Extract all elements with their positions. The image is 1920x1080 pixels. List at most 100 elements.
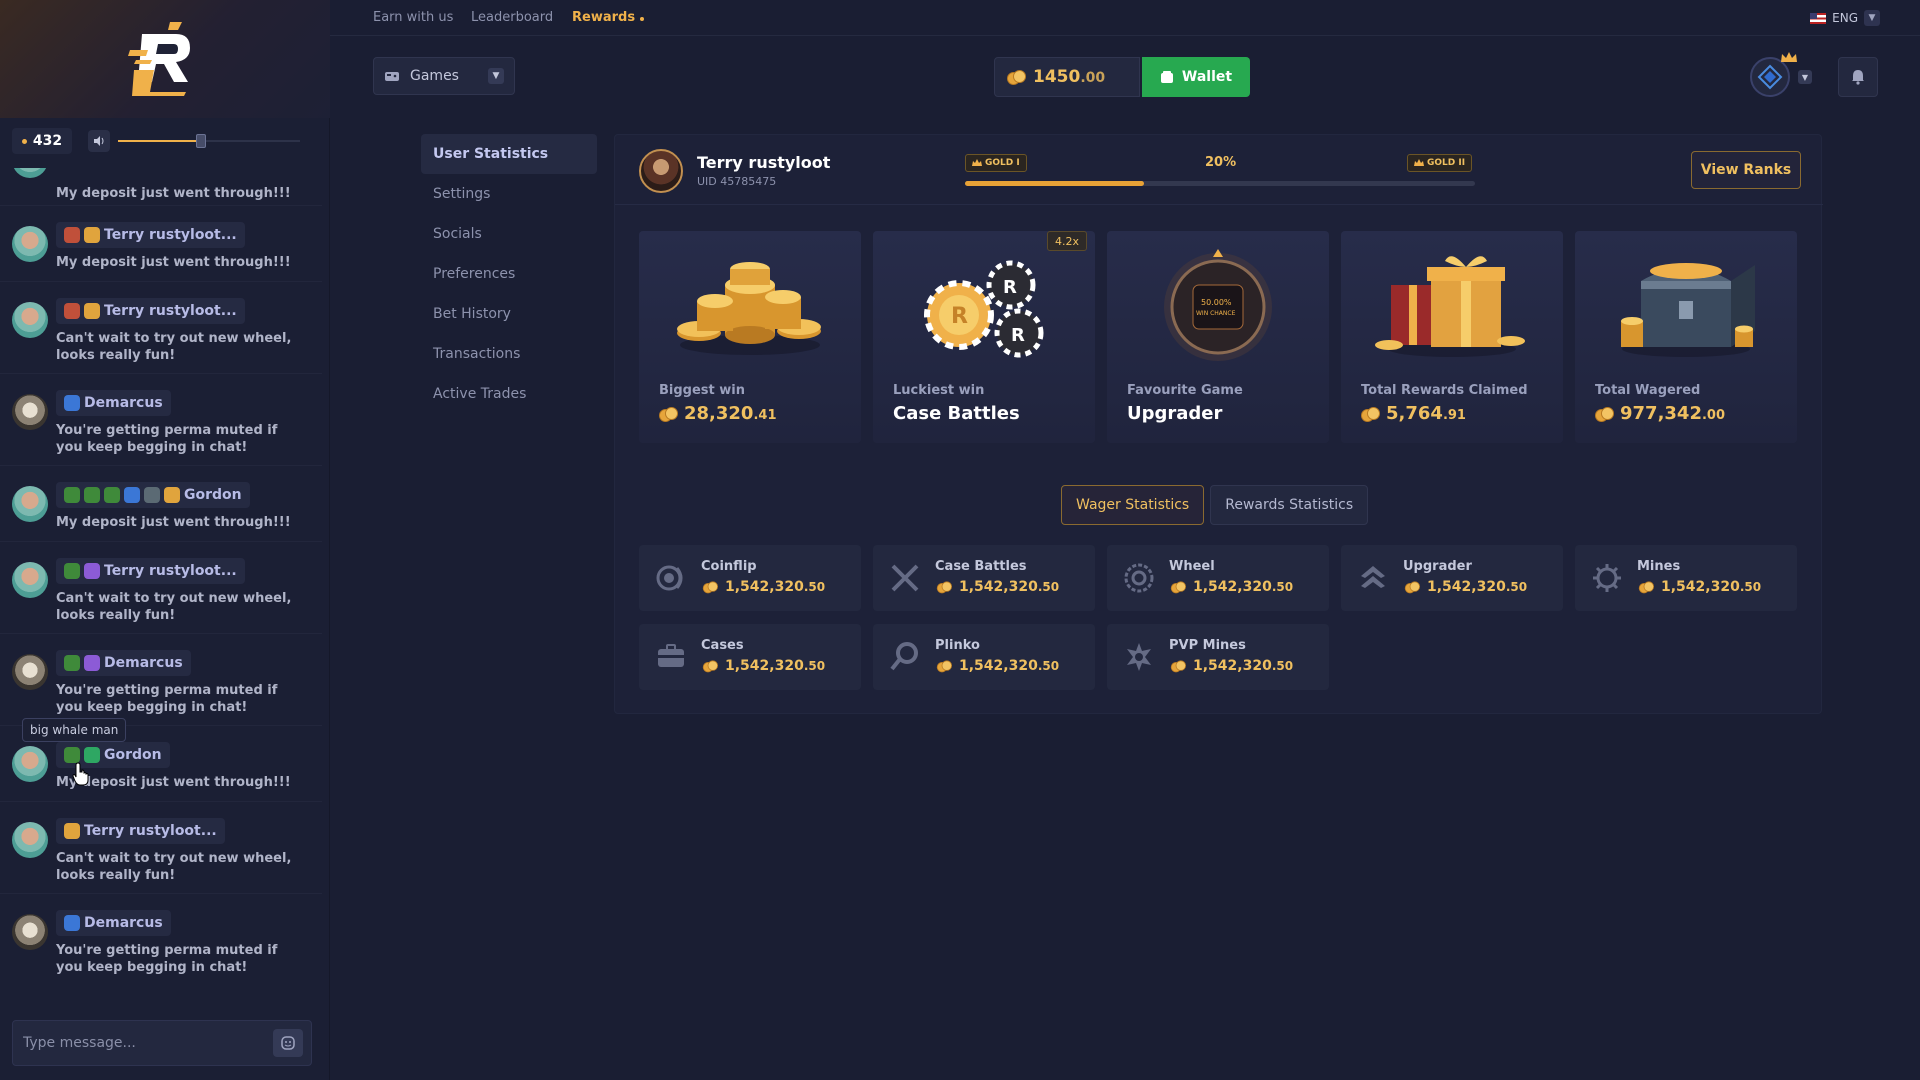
coin-stack-icon [677, 262, 821, 355]
user-rank-avatar[interactable] [1750, 52, 1797, 97]
chat-message-text: My deposit just went through!!! [56, 515, 291, 530]
stat-value-amount: 977,342.00 [1620, 403, 1725, 424]
chat-username-chip[interactable]: Terry rustyloot... [56, 298, 245, 324]
avatar[interactable] [12, 226, 48, 262]
chat-username-chip[interactable]: Demarcus [56, 650, 191, 676]
avatar[interactable] [12, 168, 48, 178]
wager-amount-value: 1,542,320.50 [1193, 579, 1293, 595]
wager-game-name: Coinflip [701, 559, 757, 574]
chat-username-chip[interactable]: Demarcus [56, 390, 171, 416]
chat-username-chip[interactable]: Terry rustyloot... [56, 222, 245, 248]
chat-username-chip[interactable]: Terry rustyloot... [56, 818, 225, 844]
menu-settings[interactable]: Settings [421, 174, 597, 214]
wager-amount-integer: 1,542,320 [1427, 579, 1506, 595]
notifications-button[interactable] [1838, 57, 1878, 97]
svg-text:R: R [1003, 277, 1017, 298]
wager-amount-value: 1,542,320.50 [1193, 658, 1293, 674]
menu-transactions[interactable]: Transactions [421, 334, 597, 374]
online-count-value: 432 [32, 133, 63, 149]
avatar[interactable] [12, 654, 48, 690]
wager-amount-decimal: .50 [803, 659, 826, 673]
games-dropdown[interactable]: Games ▼ [373, 57, 515, 95]
wager-card-cases: Cases 1,542,320.50 [639, 624, 861, 690]
profile-uid: UID 45785475 [697, 175, 777, 188]
handshake-badge-icon [164, 487, 180, 503]
wager-amount: 1,542,320.50 [1637, 579, 1761, 595]
purple-shield-badge-icon [84, 563, 100, 579]
avatar[interactable] [12, 486, 48, 522]
whale-badge-icon[interactable] [84, 747, 100, 763]
chat-message-text: My deposit just went through!!! [56, 255, 291, 270]
emoji-button[interactable] [273, 1029, 303, 1057]
wallet-button[interactable]: Wallet [1142, 57, 1250, 97]
wager-amount-decimal: .50 [1271, 580, 1294, 594]
avatar[interactable] [12, 822, 48, 858]
chat-username: Terry rustyloot... [104, 563, 237, 579]
menu-preferences[interactable]: Preferences [421, 254, 597, 294]
nav-rewards[interactable]: Rewards [572, 10, 644, 25]
tab-wager-statistics[interactable]: Wager Statistics [1061, 485, 1205, 525]
chat-message: Terry rustyloot... Can't wait to try out… [0, 802, 322, 894]
chat-message: Demarcus You're getting perma muted if y… [0, 374, 322, 466]
wager-amount-decimal: .50 [803, 580, 826, 594]
stat-card-total-rewards: Total Rewards Claimed 5,764.91 [1341, 231, 1563, 443]
rewards-dot-icon [639, 17, 644, 21]
chat-message: Terry rustyloot... Can't wait to try out… [0, 282, 322, 374]
volume-button[interactable] [88, 130, 110, 152]
wager-amount-decimal: .50 [1739, 580, 1762, 594]
chat-message-text: Can't wait to try out new wheel, looks r… [56, 851, 292, 883]
chat-messages[interactable]: My deposit just went through!!! Terry ru… [0, 168, 322, 1008]
frog-badge-icon [84, 487, 100, 503]
avatar[interactable] [12, 746, 48, 782]
frog-badge-icon[interactable] [64, 747, 80, 763]
speaker-icon [94, 136, 104, 146]
wager-amount: 1,542,320.50 [701, 579, 825, 595]
chat-message: Terry rustyloot... Can't wait to try out… [0, 542, 322, 634]
chat-username: Demarcus [104, 655, 183, 671]
current-rank-label: GOLD I [985, 158, 1020, 168]
wager-game-name: Mines [1637, 559, 1681, 574]
avatar[interactable] [12, 562, 48, 598]
wager-card-wheel: Wheel 1,542,320.50 [1107, 545, 1329, 611]
diamond-badge-icon [64, 395, 80, 411]
language-selector[interactable]: ENG ▼ [1810, 10, 1880, 26]
wager-amount-value: 1,542,320.50 [725, 658, 825, 674]
nav-earn-with-us[interactable]: Earn with us [373, 10, 453, 25]
avatar[interactable] [12, 302, 48, 338]
swords-icon [891, 564, 919, 592]
stat-label: Total Wagered [1595, 383, 1701, 398]
wager-amount-integer: 1,542,320 [1661, 579, 1740, 595]
crown-icon [1414, 159, 1424, 166]
chat-message-input[interactable] [23, 1021, 263, 1065]
coin-icon [936, 660, 953, 673]
stat-card-biggest-win: Biggest win 28,320.41 [639, 231, 861, 443]
chat-username-chip[interactable]: Demarcus [56, 910, 171, 936]
wallet-label: Wallet [1181, 69, 1233, 85]
avatar[interactable] [12, 394, 48, 430]
menu-active-trades[interactable]: Active Trades [421, 374, 597, 414]
menu-user-statistics[interactable]: User Statistics [421, 134, 597, 174]
tab-rewards-statistics[interactable]: Rewards Statistics [1210, 485, 1369, 525]
volume-slider-handle[interactable] [195, 134, 206, 148]
menu-socials[interactable]: Socials [421, 214, 597, 254]
chat-username-chip[interactable]: Terry rustyloot... [56, 558, 245, 584]
frog-badge-icon [64, 563, 80, 579]
stat-label: Favourite Game [1127, 383, 1243, 398]
chevron-down-icon[interactable]: ▼ [1798, 70, 1812, 84]
stat-label: Total Rewards Claimed [1361, 383, 1528, 398]
view-ranks-button[interactable]: View Ranks [1691, 151, 1801, 189]
coin-icon [1170, 581, 1186, 594]
menu-bet-history[interactable]: Bet History [421, 294, 597, 334]
crown-icon [1781, 52, 1797, 62]
volume-slider[interactable] [118, 134, 300, 148]
handshake-badge-icon [64, 823, 80, 839]
avatar[interactable] [12, 914, 48, 950]
chat-username-chip[interactable]: Gordon [56, 482, 250, 508]
site-logo[interactable] [0, 0, 330, 118]
handshake-badge-icon [84, 227, 100, 243]
crown-icon [972, 159, 982, 166]
volume-slider-fill [118, 140, 200, 142]
nav-leaderboard[interactable]: Leaderboard [471, 10, 553, 25]
chat-message: Demarcus You're getting perma muted if y… [0, 634, 322, 726]
wager-amount-integer: 1,542,320 [725, 658, 804, 674]
